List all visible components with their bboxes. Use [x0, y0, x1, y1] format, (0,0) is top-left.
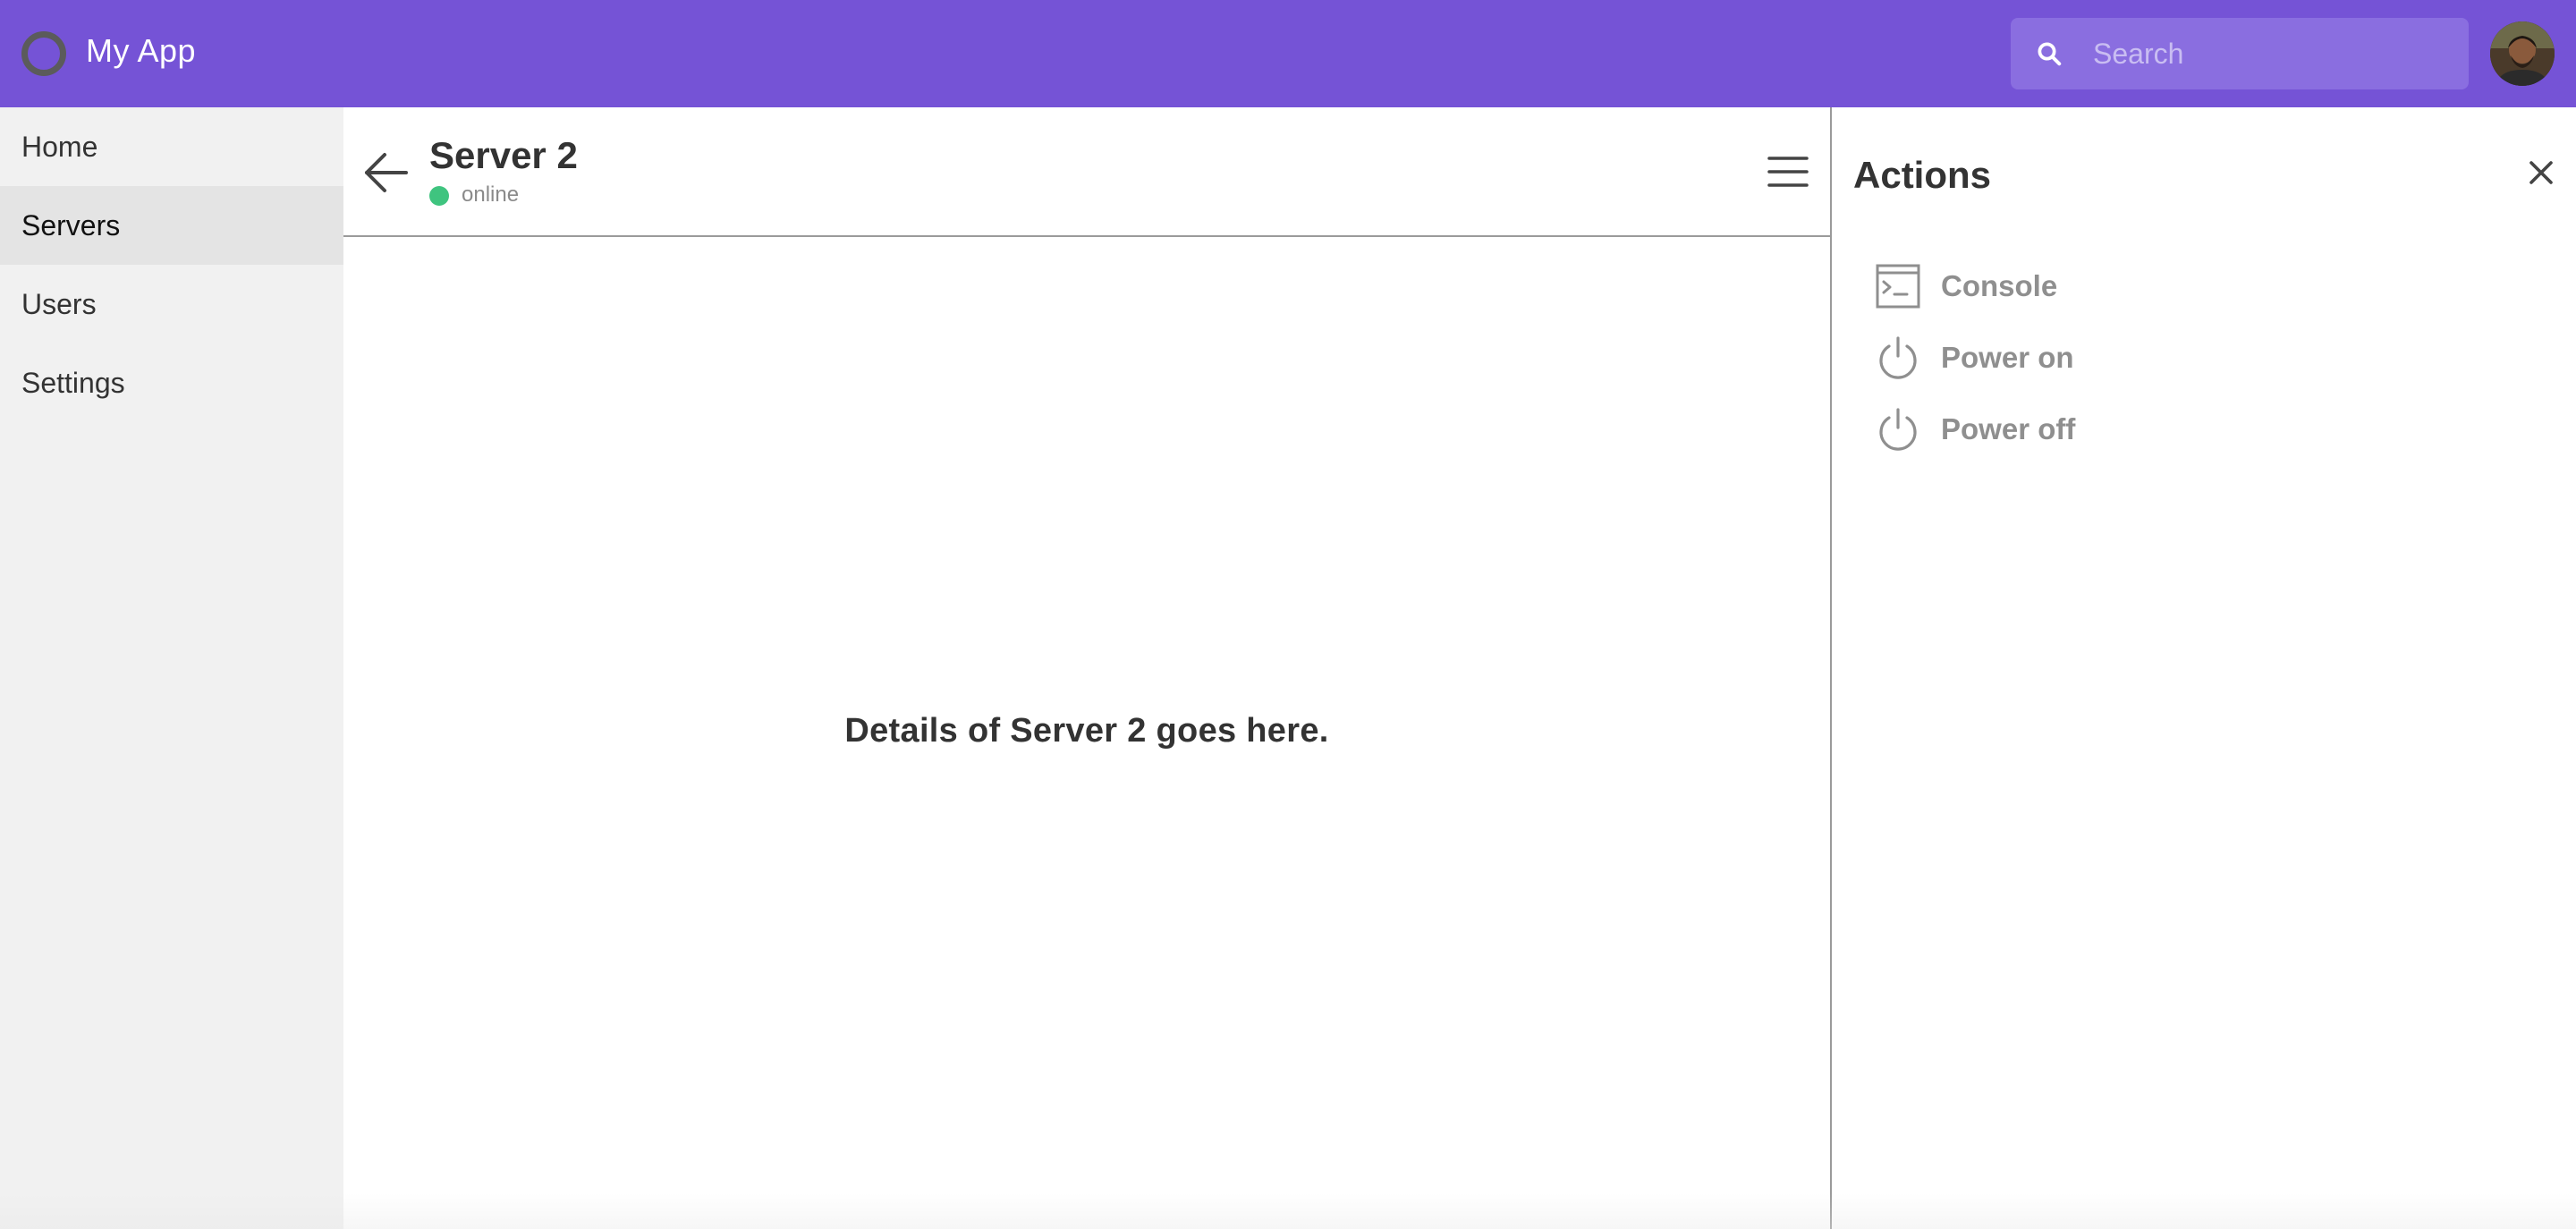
power-on-action-button[interactable]: Power on — [1875, 329, 2322, 386]
avatar-image — [2490, 21, 2555, 86]
user-avatar[interactable] — [2490, 21, 2555, 86]
sidebar-item-servers[interactable]: Servers — [0, 186, 343, 265]
action-label: Console — [1941, 269, 2058, 302]
back-arrow-icon[interactable] — [361, 150, 411, 195]
actions-panel: Actions Console Power on Power off — [1832, 107, 2576, 1229]
actions-title: Actions — [1853, 154, 1992, 196]
power-icon — [1879, 336, 1917, 379]
sidebar-nav: Home Servers Users Settings — [0, 107, 343, 1229]
power-icon — [1879, 408, 1917, 451]
page-title: Server 2 — [429, 134, 578, 176]
detail-header: Server 2 online — [343, 107, 1830, 237]
search-input[interactable] — [2093, 18, 2451, 89]
main-content: Server 2 online Details of Server 2 goes… — [343, 107, 1830, 1229]
close-icon[interactable] — [2528, 159, 2555, 186]
search-box[interactable] — [2011, 18, 2469, 89]
app-title: My App — [86, 32, 197, 69]
console-action-button[interactable]: Console — [1875, 258, 2322, 315]
sidebar-item-settings[interactable]: Settings — [0, 343, 343, 422]
status-indicator-icon — [429, 186, 449, 206]
hamburger-menu-icon[interactable] — [1767, 154, 1809, 190]
terminal-icon — [1876, 264, 1920, 309]
status-text: online — [462, 182, 520, 207]
details-placeholder-text: Details of Server 2 goes here. — [844, 712, 1329, 750]
search-icon — [2038, 42, 2062, 66]
action-label: Power off — [1941, 412, 2076, 445]
action-label: Power on — [1941, 341, 2074, 374]
app-logo-icon — [21, 31, 66, 76]
sidebar-item-home[interactable]: Home — [0, 107, 343, 186]
power-off-action-button[interactable]: Power off — [1875, 401, 2322, 458]
top-app-bar: My App — [0, 0, 2576, 107]
sidebar-item-users[interactable]: Users — [0, 265, 343, 343]
